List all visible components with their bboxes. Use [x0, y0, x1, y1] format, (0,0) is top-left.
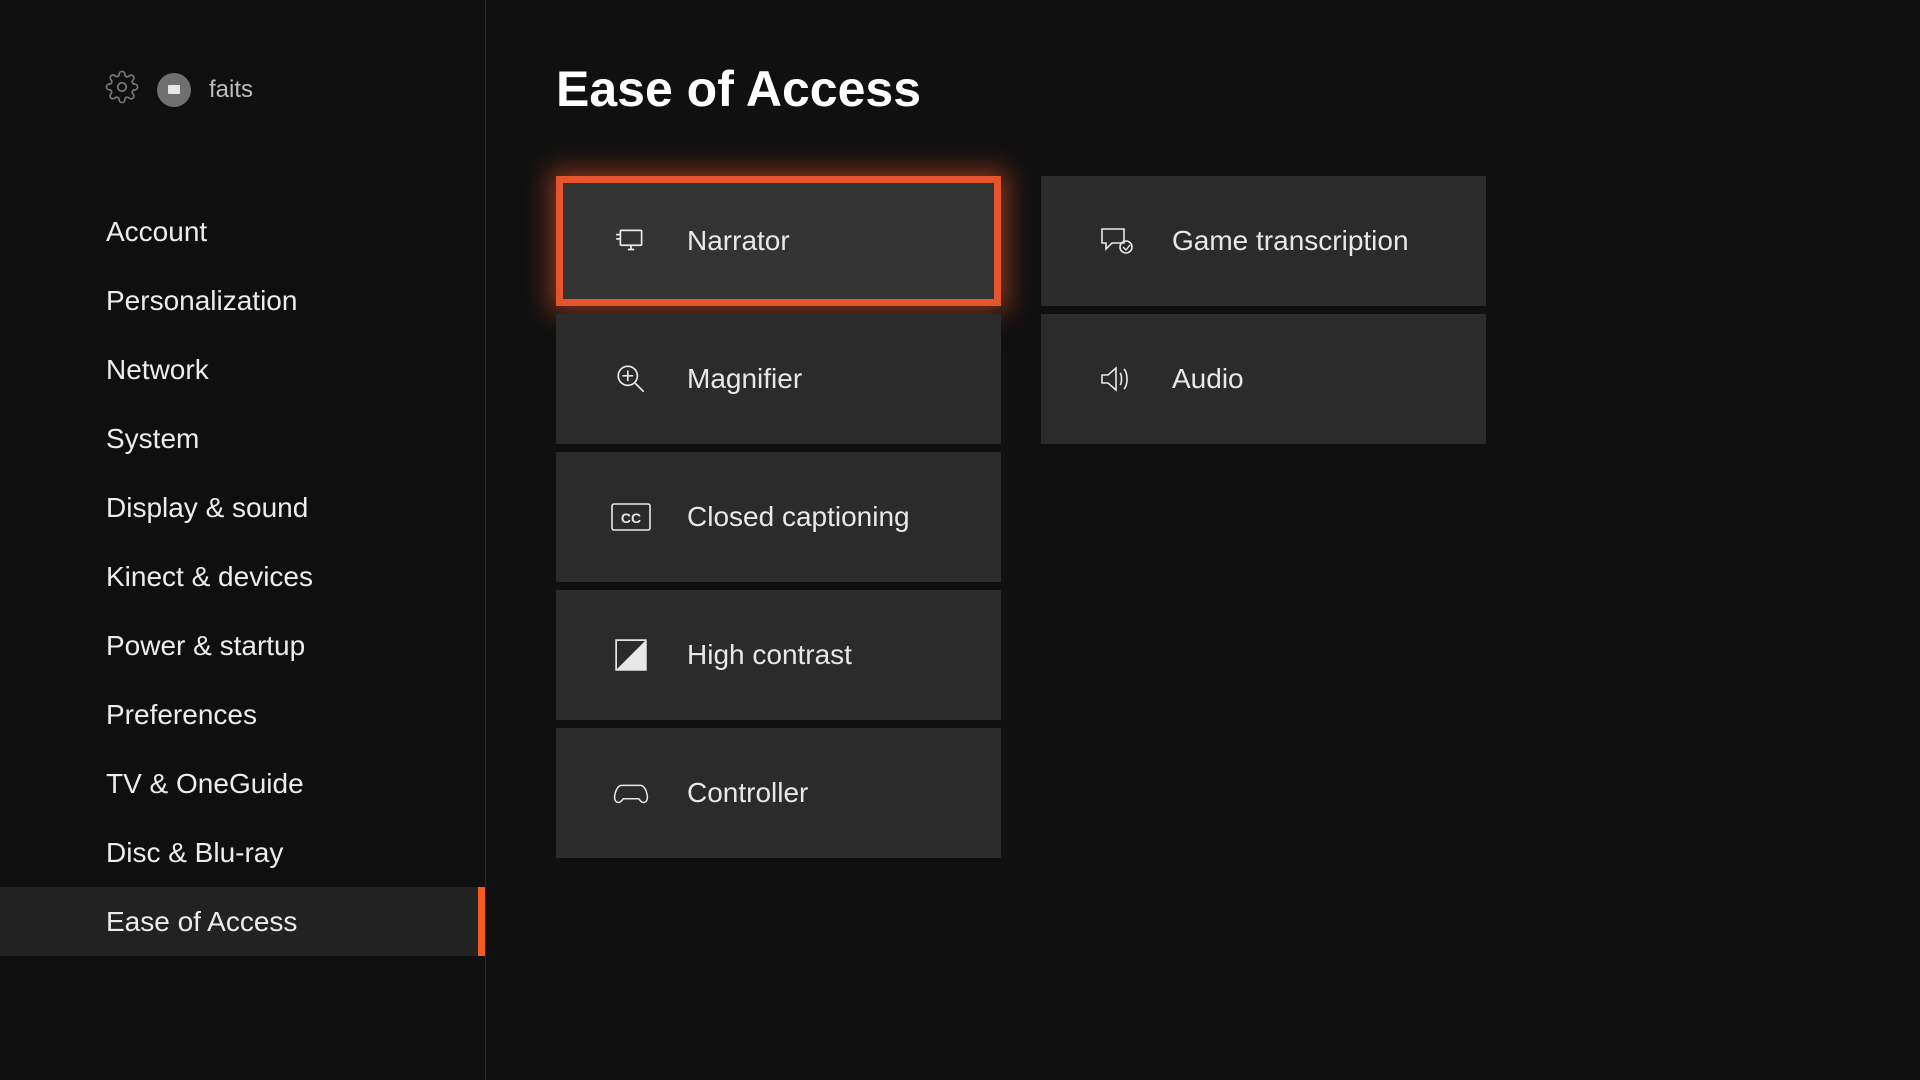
tile-label: Magnifier [687, 363, 802, 395]
sidebar-item-label: Display & sound [106, 492, 308, 524]
sidebar-item-disc-bluray[interactable]: Disc & Blu-ray [0, 818, 485, 887]
narrator-icon [611, 221, 651, 261]
sidebar-item-kinect-devices[interactable]: Kinect & devices [0, 542, 485, 611]
tile-column-1: Narrator Magnifier CC Closed captioning [556, 176, 1001, 858]
tile-grid: Narrator Magnifier CC Closed captioning [556, 176, 1920, 858]
sidebar-item-display-sound[interactable]: Display & sound [0, 473, 485, 542]
sidebar-item-label: Power & startup [106, 630, 305, 662]
profile-name: faits [209, 76, 253, 104]
main-content: Ease of Access Narrator Magnifier [486, 0, 1920, 1080]
sidebar-item-label: Account [106, 216, 207, 248]
tile-audio[interactable]: Audio [1041, 314, 1486, 444]
profile-avatar[interactable] [157, 73, 191, 107]
magnifier-icon [611, 359, 651, 399]
settings-gear-icon [105, 70, 139, 109]
sidebar-item-system[interactable]: System [0, 404, 485, 473]
controller-icon [611, 773, 651, 813]
tile-label: Controller [687, 777, 808, 809]
sidebar-item-tv-oneguide[interactable]: TV & OneGuide [0, 749, 485, 818]
sidebar-item-preferences[interactable]: Preferences [0, 680, 485, 749]
sidebar-item-network[interactable]: Network [0, 335, 485, 404]
sidebar-item-label: Network [106, 354, 209, 386]
high-contrast-icon [611, 635, 651, 675]
tile-narrator[interactable]: Narrator [556, 176, 1001, 306]
sidebar-header: faits [0, 70, 485, 109]
sidebar-item-account[interactable]: Account [0, 197, 485, 266]
sidebar-item-label: Preferences [106, 699, 257, 731]
game-transcription-icon [1096, 221, 1136, 261]
sidebar-nav: Account Personalization Network System D… [0, 197, 485, 956]
closed-captioning-icon: CC [611, 497, 651, 537]
tile-label: High contrast [687, 639, 852, 671]
tile-high-contrast[interactable]: High contrast [556, 590, 1001, 720]
svg-text:CC: CC [621, 510, 641, 526]
tile-column-2: Game transcription Audio [1041, 176, 1486, 858]
tile-label: Narrator [687, 225, 790, 257]
tile-game-transcription[interactable]: Game transcription [1041, 176, 1486, 306]
sidebar-item-label: Ease of Access [106, 906, 297, 938]
page-title: Ease of Access [556, 60, 1920, 118]
sidebar-item-label: TV & OneGuide [106, 768, 304, 800]
sidebar-item-label: Disc & Blu-ray [106, 837, 283, 869]
audio-icon [1096, 359, 1136, 399]
tile-label: Game transcription [1172, 225, 1409, 257]
sidebar-item-label: System [106, 423, 199, 455]
sidebar-item-label: Personalization [106, 285, 297, 317]
sidebar: faits Account Personalization Network Sy… [0, 0, 486, 1080]
sidebar-item-personalization[interactable]: Personalization [0, 266, 485, 335]
sidebar-item-label: Kinect & devices [106, 561, 313, 593]
tile-closed-captioning[interactable]: CC Closed captioning [556, 452, 1001, 582]
sidebar-item-power-startup[interactable]: Power & startup [0, 611, 485, 680]
tile-label: Closed captioning [687, 501, 910, 533]
sidebar-item-ease-of-access[interactable]: Ease of Access [0, 887, 485, 956]
tile-magnifier[interactable]: Magnifier [556, 314, 1001, 444]
tile-controller[interactable]: Controller [556, 728, 1001, 858]
tile-label: Audio [1172, 363, 1244, 395]
